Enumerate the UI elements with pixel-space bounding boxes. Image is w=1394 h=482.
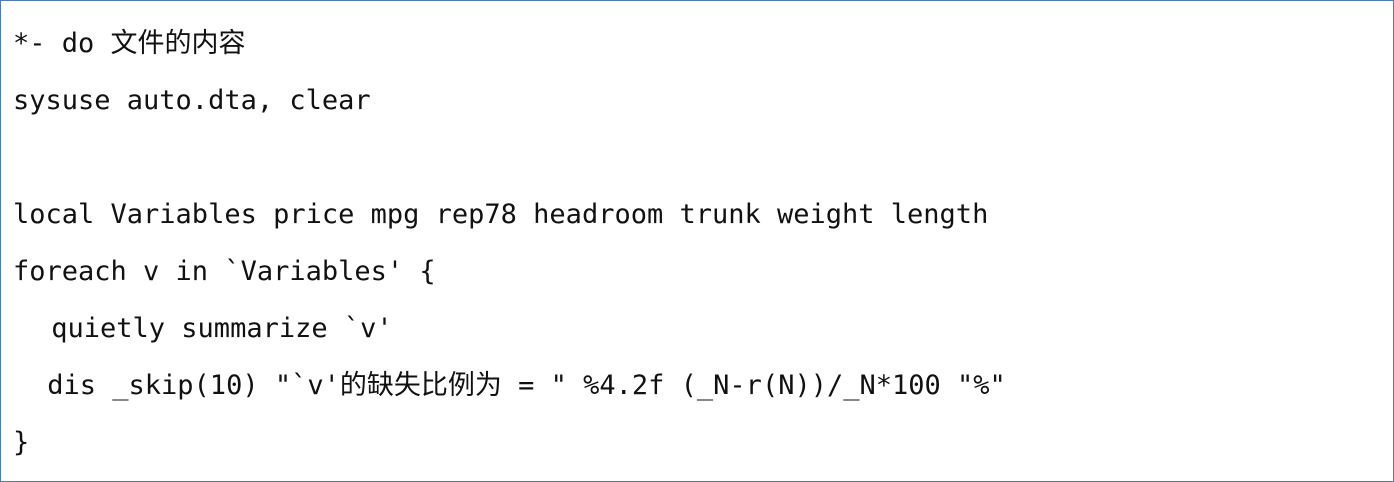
code-line-1: *- do 文件的内容 — [13, 28, 246, 59]
code-frame: *- do 文件的内容 sysuse auto.dta, clear local… — [0, 0, 1394, 482]
code-line-5: foreach v in `Variables' { — [13, 256, 436, 287]
code-line-4: local Variables price mpg rep78 headroom… — [13, 199, 989, 230]
code-line-7: dis _skip(10) "`v'的缺失比例为 = " %4.2f (_N-r… — [31, 370, 1006, 401]
code-line-6: quietly summarize `v' — [35, 313, 393, 344]
code-line-2: sysuse auto.dta, clear — [13, 85, 371, 116]
code-line-8: } — [13, 427, 30, 458]
code-block: *- do 文件的内容 sysuse auto.dta, clear local… — [1, 1, 1393, 481]
